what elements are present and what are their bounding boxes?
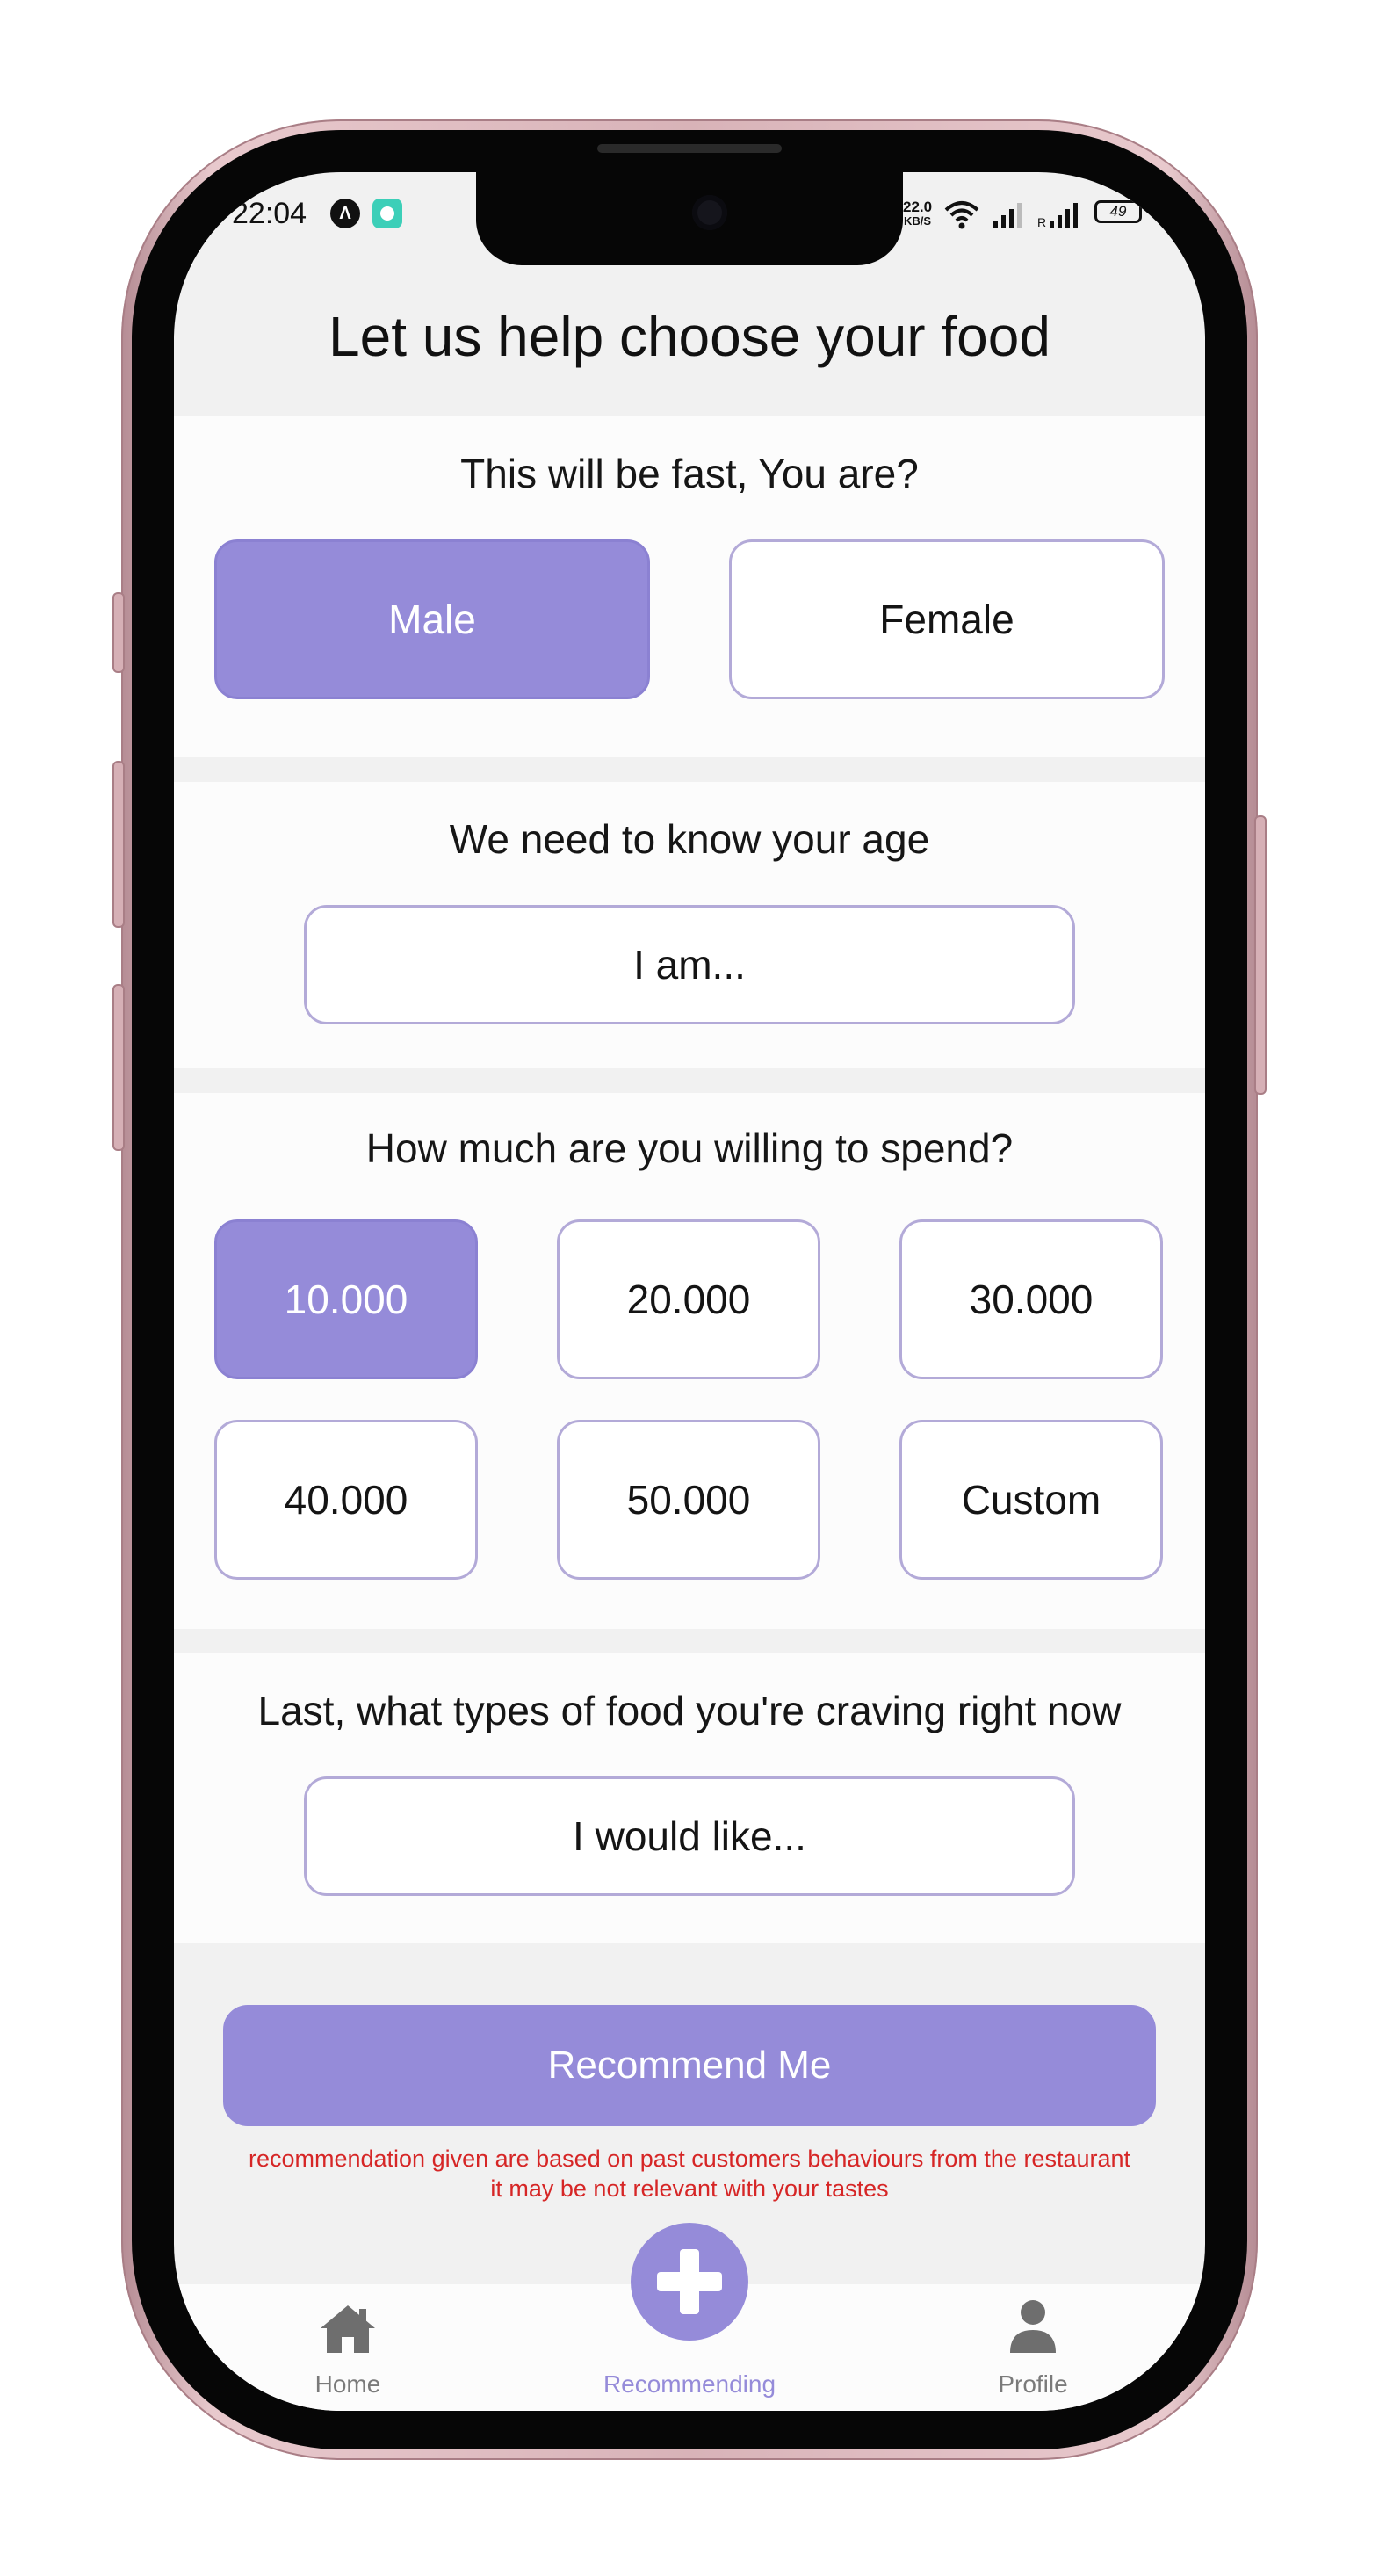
volume-up-button [112, 761, 125, 928]
budget-section: How much are you willing to spend? 10.00… [174, 1093, 1205, 1629]
power-button [1254, 815, 1267, 1095]
svg-text:R: R [1037, 215, 1046, 228]
person-icon [1010, 2300, 1056, 2353]
camera-notch [476, 172, 903, 265]
gender-option-male[interactable]: Male [214, 539, 650, 699]
network-speed-unit: KB/S [904, 214, 932, 228]
recommend-me-button[interactable]: Recommend Me [223, 2005, 1156, 2126]
budget-option-50000[interactable]: 50.000 [557, 1420, 820, 1580]
budget-question: How much are you willing to spend? [365, 1125, 1014, 1171]
home-icon [321, 2305, 375, 2353]
budget-option-40000[interactable]: 40.000 [214, 1420, 478, 1580]
recommendation-disclaimer: recommendation given are based on past c… [174, 2144, 1205, 2203]
status-time: 22:04 [232, 197, 307, 230]
volume-down-button [112, 984, 125, 1151]
signal-icon [993, 203, 1022, 228]
nav-recommending-label: Recommending [603, 2370, 776, 2398]
food-input[interactable]: I would like... [304, 1776, 1075, 1896]
plus-icon[interactable] [631, 2223, 748, 2341]
budget-option-custom[interactable]: Custom [899, 1420, 1163, 1580]
earpiece-speaker [597, 144, 782, 153]
page-title: Let us help choose your food [329, 305, 1050, 368]
budget-option-30000[interactable]: 30.000 [899, 1219, 1163, 1379]
front-camera [692, 195, 727, 230]
gender-option-female[interactable]: Female [729, 539, 1165, 699]
network-speed-value: 22.0 [903, 199, 933, 215]
wifi-icon [944, 201, 979, 229]
budget-option-20000[interactable]: 20.000 [557, 1219, 820, 1379]
app-notification-icon: Λ [330, 199, 360, 228]
chat-notification-icon [372, 199, 402, 228]
network-speed: 22.0 KB/S [903, 199, 933, 228]
battery-icon: 49 [1094, 200, 1142, 223]
status-bar: 22:04 Λ 22.0 KB/S R 49 [174, 172, 1205, 265]
signal-roaming-icon: R [1037, 203, 1079, 228]
disclaimer-line-2: it may be not relevant with your tastes [490, 2175, 889, 2202]
age-question: We need to know your age [449, 816, 930, 862]
gender-section: This will be fast, You are? Male Female [174, 416, 1205, 757]
screen: 22:04 Λ 22.0 KB/S R 49 Let us help choos… [174, 172, 1205, 2411]
nav-home-label: Home [314, 2370, 381, 2398]
nav-profile-label: Profile [998, 2370, 1068, 2398]
age-input[interactable]: I am... [304, 905, 1075, 1024]
nav-profile[interactable]: Profile [973, 2284, 1093, 2411]
mute-switch [112, 592, 125, 673]
disclaimer-line-1: recommendation given are based on past c… [248, 2145, 1131, 2172]
budget-option-10000[interactable]: 10.000 [214, 1219, 478, 1379]
food-question: Last, what types of food you're craving … [257, 1688, 1122, 1733]
food-section: Last, what types of food you're craving … [174, 1653, 1205, 1943]
gender-question: This will be fast, You are? [460, 451, 919, 496]
status-indicators: 22.0 KB/S R [903, 197, 1087, 232]
nav-home[interactable]: Home [288, 2284, 408, 2411]
age-section: We need to know your age I am... [174, 782, 1205, 1068]
